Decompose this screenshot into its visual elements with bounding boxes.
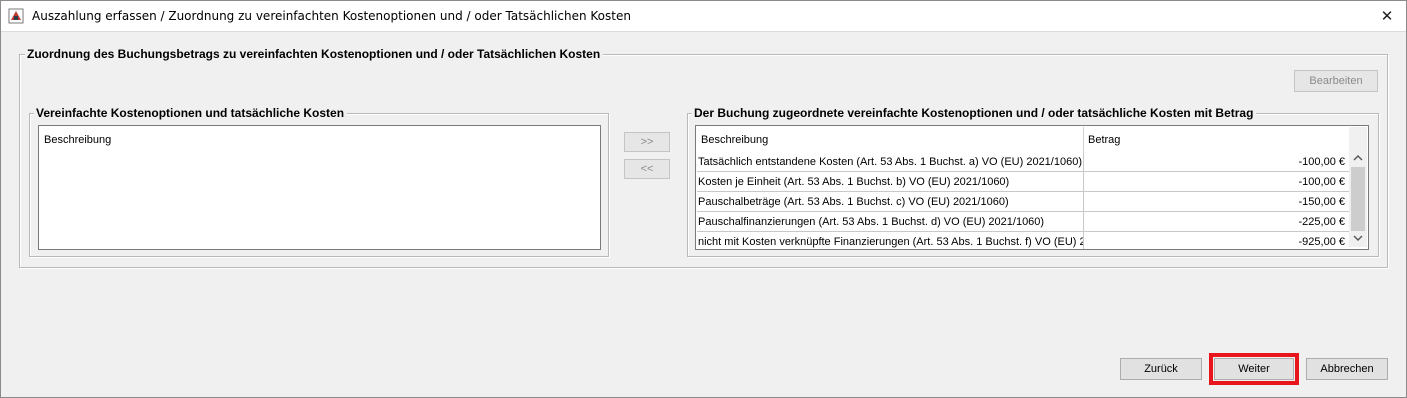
table-row[interactable]: Kosten je Einheit (Art. 53 Abs. 1 Buchst…: [697, 172, 1349, 192]
cost-options-list[interactable]: Beschreibung: [38, 125, 601, 250]
table-row[interactable]: Pauschalfinanzierungen (Art. 53 Abs. 1 B…: [697, 212, 1349, 232]
app-icon: [8, 8, 24, 24]
row-amount: -225,00 €: [1083, 212, 1349, 231]
row-amount: -925,00 €: [1083, 232, 1349, 249]
left-panel: Vereinfachte Kostenoptionen und tatsächl…: [29, 106, 609, 257]
scroll-corner: [1349, 127, 1367, 152]
column-header-amount[interactable]: Betrag: [1083, 127, 1349, 152]
close-icon[interactable]: ✕: [1375, 4, 1399, 28]
main-group: Zuordnung des Buchungsbetrags zu vereinf…: [19, 47, 1388, 268]
table-row[interactable]: Pauschalbeträge (Art. 53 Abs. 1 Buchst. …: [697, 192, 1349, 212]
scroll-up-icon[interactable]: [1349, 153, 1367, 167]
right-panel: Der Buchung zugeordnete vereinfachte Kos…: [687, 106, 1379, 257]
scroll-thumb[interactable]: [1351, 167, 1365, 231]
table-row[interactable]: nicht mit Kosten verknüpfte Finanzierung…: [697, 232, 1349, 249]
right-panel-title: Der Buchung zugeordnete vereinfachte Kos…: [692, 106, 1257, 121]
main-group-title: Zuordnung des Buchungsbetrags zu vereinf…: [25, 47, 604, 62]
scroll-down-icon[interactable]: [1349, 233, 1367, 247]
add-button[interactable]: >>: [624, 132, 670, 152]
title-bar: Auszahlung erfassen / Zuordnung zu verei…: [0, 0, 1407, 32]
remove-button[interactable]: <<: [624, 159, 670, 179]
row-amount: -150,00 €: [1083, 192, 1349, 211]
next-button[interactable]: Weiter: [1209, 353, 1299, 385]
edit-button[interactable]: Bearbeiten: [1294, 70, 1378, 92]
assigned-costs-table[interactable]: Beschreibung Betrag Tatsächlich entstand…: [695, 125, 1369, 250]
row-description: Kosten je Einheit (Art. 53 Abs. 1 Buchst…: [698, 176, 1010, 188]
row-description: Pauschalfinanzierungen (Art. 53 Abs. 1 B…: [698, 216, 1045, 228]
vertical-scrollbar[interactable]: [1349, 152, 1367, 247]
cancel-button[interactable]: Abbrechen: [1306, 358, 1388, 380]
column-header-description[interactable]: Beschreibung: [697, 127, 1083, 152]
row-description: Pauschalbeträge (Art. 53 Abs. 1 Buchst. …: [698, 196, 1009, 208]
row-amount: -100,00 €: [1083, 152, 1349, 171]
list-header-description[interactable]: Beschreibung: [42, 129, 597, 150]
row-description: Tatsächlich entstandene Kosten (Art. 53 …: [698, 156, 1082, 168]
row-description: nicht mit Kosten verknüpfte Finanzierung…: [698, 236, 1083, 248]
left-panel-title: Vereinfachte Kostenoptionen und tatsächl…: [34, 106, 348, 121]
window-title: Auszahlung erfassen / Zuordnung zu verei…: [32, 9, 631, 23]
back-button[interactable]: Zurück: [1120, 358, 1202, 380]
table-row[interactable]: Tatsächlich entstandene Kosten (Art. 53 …: [697, 152, 1349, 172]
row-amount: -100,00 €: [1083, 172, 1349, 191]
